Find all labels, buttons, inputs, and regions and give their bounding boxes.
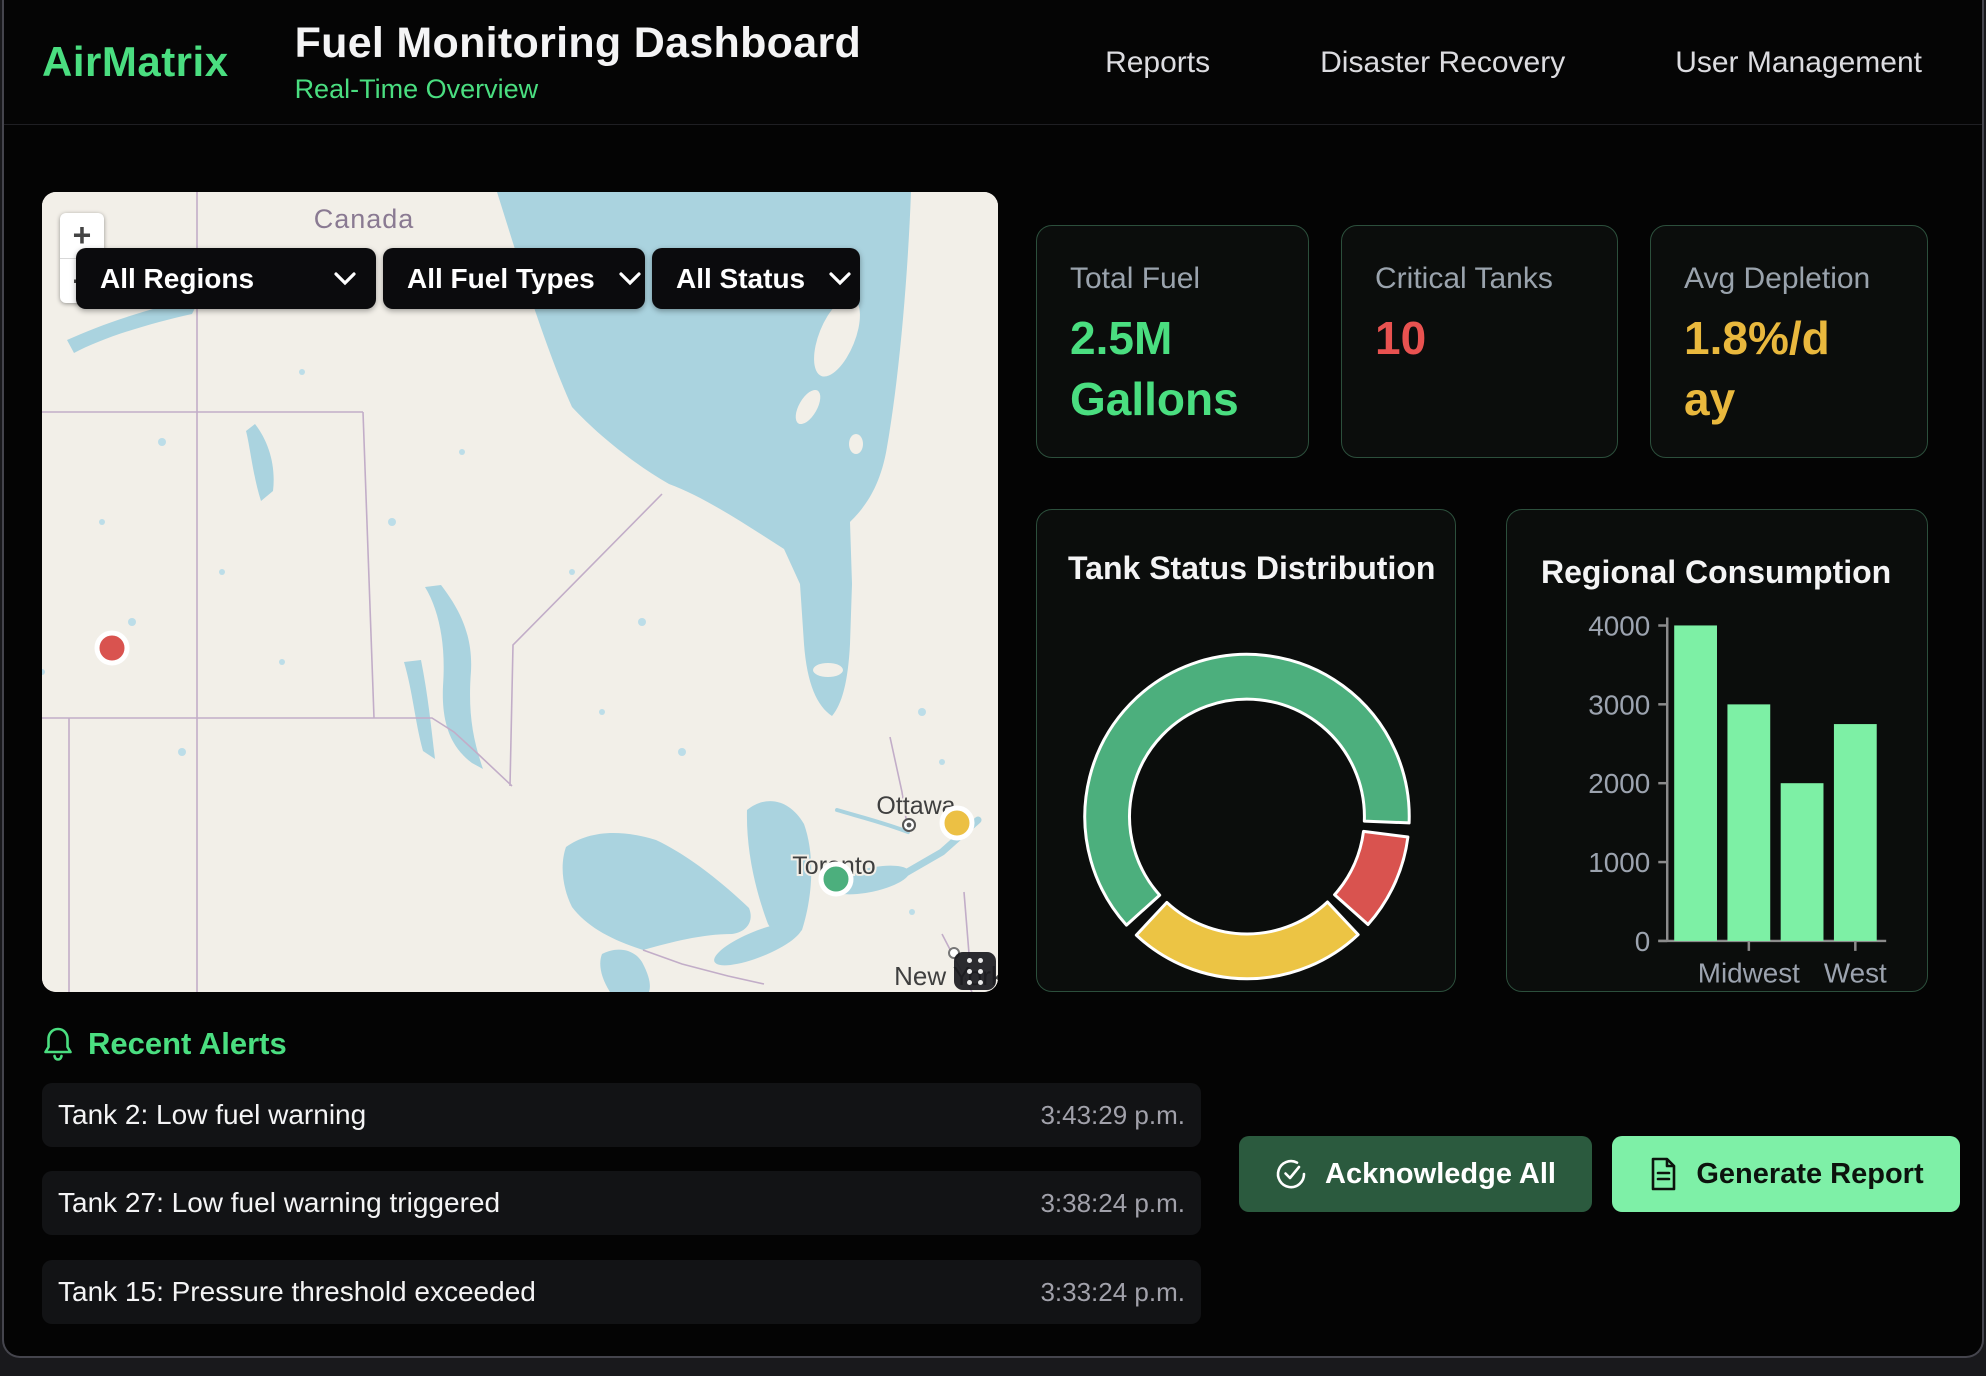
stat-label: Total Fuel	[1070, 262, 1308, 296]
regional-consumption-card: Regional Consumption 01000200030004000Mi…	[1506, 509, 1928, 992]
acknowledge-all-label: Acknowledge All	[1325, 1158, 1556, 1191]
fuel-type-filter-label: All Fuel Types	[407, 263, 595, 295]
map-marker-warning[interactable]	[942, 808, 972, 838]
top-bar: AirMatrix Fuel Monitoring Dashboard Real…	[4, 0, 1982, 125]
city-dot-ottawa	[903, 819, 915, 831]
svg-text:2000: 2000	[1588, 768, 1650, 799]
alert-text: Tank 2: Low fuel warning	[58, 1099, 366, 1131]
region-filter-label: All Regions	[100, 263, 254, 295]
recent-alerts-title: Recent Alerts	[88, 1026, 287, 1062]
regional-consumption-bar-chart: 0 1000 2000 3000 4000 Midwest West	[1507, 510, 1927, 991]
stat-card-total-fuel: Total Fuel 2.5M Gallons	[1036, 225, 1309, 458]
chevron-down-icon	[619, 272, 641, 286]
stat-value: 2.5M Gallons	[1070, 308, 1280, 429]
nav-reports[interactable]: Reports	[1105, 46, 1210, 80]
tank-status-donut-chart	[1037, 510, 1455, 991]
stat-card-avg-depletion: Avg Depletion 1.8%/day	[1650, 225, 1928, 458]
svg-text:4000: 4000	[1588, 610, 1650, 641]
check-circle-icon	[1275, 1158, 1307, 1190]
status-filter-select[interactable]: All Status	[652, 248, 860, 309]
alert-time: 3:43:29 p.m.	[1040, 1100, 1185, 1131]
nav-disaster-recovery[interactable]: Disaster Recovery	[1320, 46, 1565, 80]
brand-logo: AirMatrix	[42, 38, 229, 86]
tank-status-card: Tank Status Distribution	[1036, 509, 1456, 992]
alert-text: Tank 27: Low fuel warning triggered	[58, 1187, 500, 1219]
alert-time: 3:33:24 p.m.	[1040, 1277, 1185, 1308]
alert-row[interactable]: Tank 27: Low fuel warning triggered 3:38…	[42, 1171, 1201, 1235]
map-filter-bar: All Regions All Fuel Types All Status	[76, 248, 860, 309]
region-filter-select[interactable]: All Regions	[76, 248, 376, 309]
generate-report-label: Generate Report	[1696, 1158, 1923, 1191]
page-title: Fuel Monitoring Dashboard	[295, 19, 861, 68]
alert-row[interactable]: Tank 15: Pressure threshold exceeded 3:3…	[42, 1260, 1201, 1324]
title-block: Fuel Monitoring Dashboard Real-Time Over…	[295, 19, 861, 105]
svg-text:0: 0	[1635, 926, 1651, 957]
page-subtitle: Real-Time Overview	[295, 74, 861, 105]
map-canvas: Canada Ottawa Toronto New York	[42, 192, 998, 992]
tank-map[interactable]: Canada Ottawa Toronto New York + − All R…	[42, 192, 998, 992]
map-resize-handle[interactable]	[954, 952, 996, 990]
status-filter-label: All Status	[676, 263, 805, 295]
stat-label: Critical Tanks	[1375, 262, 1617, 296]
stat-value: 10	[1375, 308, 1617, 369]
generate-report-button[interactable]: Generate Report	[1612, 1136, 1960, 1212]
map-marker-normal[interactable]	[821, 864, 851, 894]
main-nav: Reports Disaster Recovery User Managemen…	[1105, 0, 1922, 125]
stat-card-critical-tanks: Critical Tanks 10	[1341, 225, 1618, 458]
acknowledge-all-button[interactable]: Acknowledge All	[1239, 1136, 1592, 1212]
svg-text:3000: 3000	[1588, 689, 1650, 720]
fuel-type-filter-select[interactable]: All Fuel Types	[383, 248, 645, 309]
document-icon	[1648, 1157, 1678, 1191]
nav-user-management[interactable]: User Management	[1675, 46, 1922, 80]
chevron-down-icon	[334, 272, 356, 286]
map-marker-critical[interactable]	[97, 633, 127, 663]
stat-value: 1.8%/day	[1684, 308, 1834, 429]
alert-text: Tank 15: Pressure threshold exceeded	[58, 1276, 536, 1308]
svg-text:1000: 1000	[1588, 847, 1650, 878]
bell-icon	[42, 1026, 74, 1062]
svg-text:West: West	[1824, 958, 1887, 989]
recent-alerts-heading: Recent Alerts	[42, 1026, 287, 1062]
svg-text:Midwest: Midwest	[1698, 958, 1800, 989]
stat-label: Avg Depletion	[1684, 262, 1927, 296]
alert-row[interactable]: Tank 2: Low fuel warning 3:43:29 p.m.	[42, 1083, 1201, 1147]
dashboard-window: AirMatrix Fuel Monitoring Dashboard Real…	[2, 0, 1984, 1358]
chevron-down-icon	[829, 272, 851, 286]
map-label-canada: Canada	[314, 204, 415, 234]
alert-time: 3:38:24 p.m.	[1040, 1188, 1185, 1219]
